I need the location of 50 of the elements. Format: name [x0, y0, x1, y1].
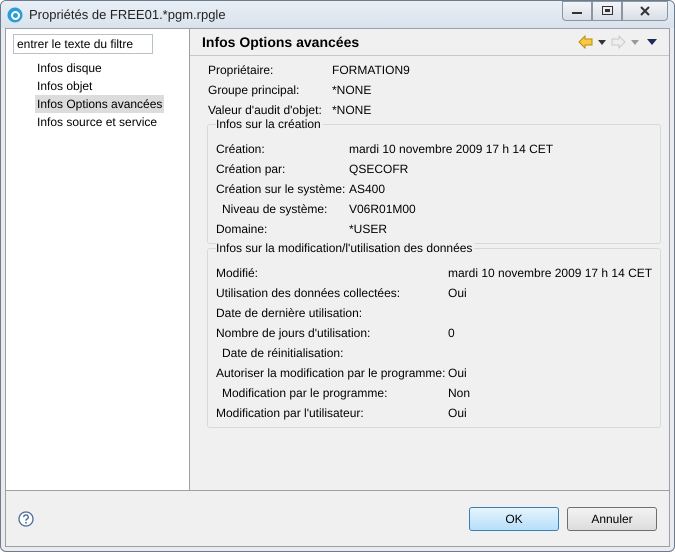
field-label: Nombre de jours d'utilisation: [216, 326, 372, 340]
sidebar-item[interactable]: Infos disque [35, 59, 104, 77]
field-value: Oui [448, 406, 467, 420]
field-value: mardi 10 novembre 2009 17 h 14 CET [448, 266, 652, 280]
field-label: Utilisation des données collectées: [216, 286, 402, 300]
field-value: Oui [448, 286, 467, 300]
ok-button[interactable]: OK [469, 506, 559, 530]
field-value: *NONE [332, 103, 372, 117]
close-icon [640, 6, 650, 16]
field-label: Modification par l'utilisateur: [216, 406, 365, 420]
field-value: 0 [448, 326, 455, 340]
field-label: Création sur le système: [216, 182, 346, 196]
help-icon[interactable] [18, 510, 34, 526]
page-title: Infos Options avancées [202, 34, 360, 50]
field-label: Création par: [216, 162, 286, 176]
field-label: Autoriser la modification par le programme: [216, 366, 446, 380]
group-title: Infos sur la modification/l'utilisation des données [216, 241, 474, 255]
minimize-button[interactable] [562, 1, 592, 20]
sidebar-item[interactable]: Infos source et service [35, 113, 160, 131]
cancel-button[interactable]: Annuler [567, 506, 657, 530]
field-label: Création: [216, 142, 266, 156]
maximize-button[interactable] [592, 1, 622, 20]
field-label: Domaine: [216, 222, 268, 236]
field-label: Modification par le programme: [221, 386, 388, 400]
field-value: *NONE [332, 83, 372, 97]
field-value: QSECOFR [349, 162, 408, 176]
app-icon [7, 6, 23, 22]
field-value: V06R01M00 [349, 202, 416, 216]
window-title: Propriétés de FREE01.*pgm.rpgle [29, 7, 227, 22]
menu-icon[interactable] [647, 39, 657, 45]
field-label: Propriétaire: [207, 63, 274, 77]
sidebar-item[interactable]: Infos Options avancées [35, 95, 164, 113]
field-value: FORMATION9 [332, 63, 410, 77]
field-label: Date de dernière utilisation: [216, 306, 364, 320]
close-button[interactable] [622, 1, 668, 20]
sidebar-item[interactable]: Infos objet [35, 77, 94, 95]
field-label: Niveau de système: [221, 202, 328, 216]
field-label: Modifié: [216, 266, 260, 280]
field-label: Date de réinitialisation: [221, 346, 344, 360]
field-value: Oui [448, 366, 467, 380]
filter-field[interactable]: entrer le texte du filtre [13, 34, 153, 54]
dropdown-icon[interactable] [598, 40, 606, 44]
maximize-icon [602, 6, 612, 15]
field-label: Valeur d'audit d'objet: [207, 103, 323, 117]
group-title: Infos sur la création [216, 117, 323, 131]
field-label: Groupe principal: [207, 83, 300, 97]
field-value: mardi 10 novembre 2009 17 h 14 CET [349, 142, 554, 156]
field-value: *USER [349, 222, 388, 236]
field-value: Non [448, 386, 470, 400]
field-value: AS400 [349, 182, 386, 196]
